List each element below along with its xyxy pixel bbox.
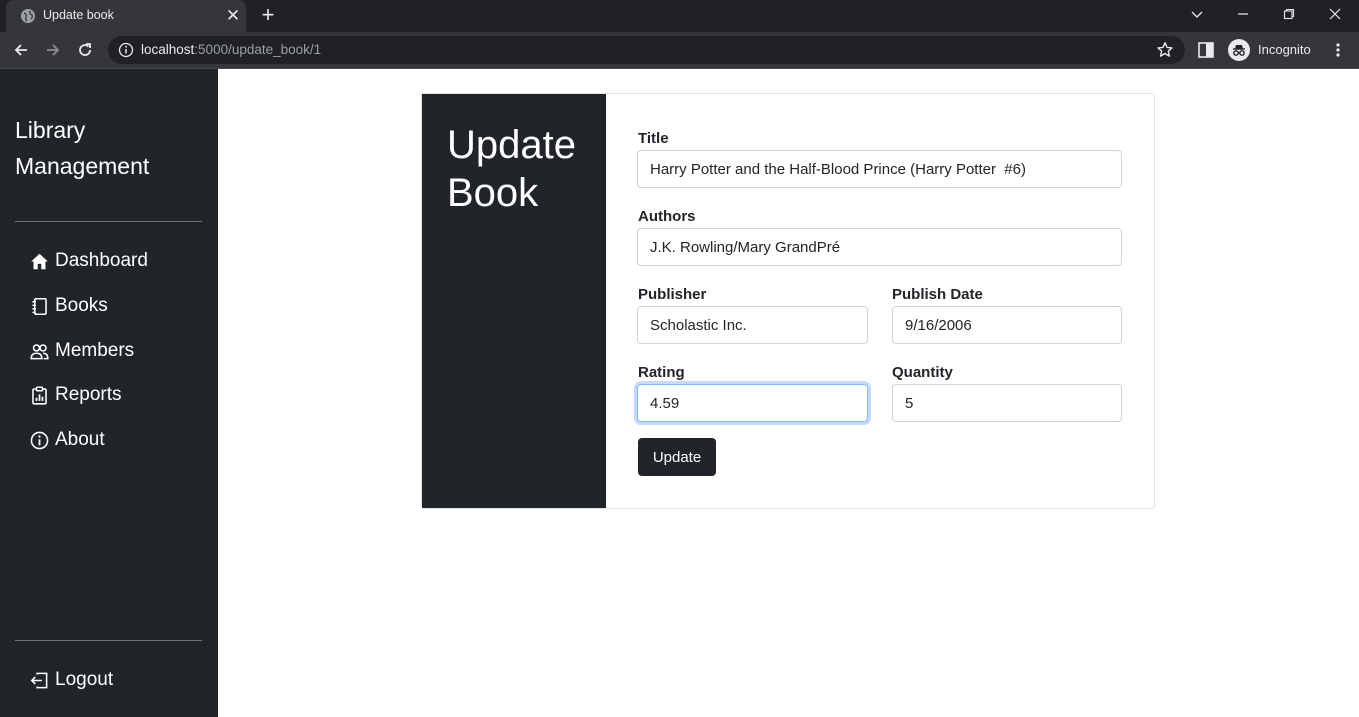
quantity-label: Quantity bbox=[892, 364, 953, 381]
incognito-icon[interactable] bbox=[1228, 39, 1250, 61]
brand-title: Library Management bbox=[15, 117, 150, 179]
sidebar-divider-bottom bbox=[15, 640, 202, 641]
star-icon[interactable] bbox=[1156, 41, 1174, 59]
sidebar-item-reports[interactable]: Reports bbox=[30, 380, 122, 410]
sidebar: Library Management Dashboard Books Membe… bbox=[0, 69, 218, 717]
sidebar-item-dashboard[interactable]: Dashboard bbox=[30, 246, 148, 276]
close-window-icon[interactable] bbox=[1312, 0, 1358, 28]
rating-field[interactable] bbox=[637, 384, 868, 422]
url-text: localhost:5000/update_book/1 bbox=[141, 42, 321, 57]
authors-label: Authors bbox=[638, 208, 696, 225]
url-host: localhost bbox=[141, 42, 195, 57]
browser-tab[interactable]: Update book ✕ bbox=[6, 0, 246, 32]
tab-search-icon[interactable] bbox=[1174, 0, 1220, 28]
info-circle-icon bbox=[30, 431, 49, 449]
reload-icon[interactable] bbox=[73, 38, 97, 62]
page: Library Management Dashboard Books Membe… bbox=[0, 69, 1359, 717]
sidebar-item-label: Books bbox=[55, 295, 108, 316]
publish-date-field[interactable] bbox=[892, 306, 1122, 344]
clipboard-data-icon bbox=[32, 385, 47, 405]
rating-label: Rating bbox=[638, 364, 685, 381]
sidebar-item-label: Members bbox=[55, 340, 135, 361]
globe-icon bbox=[21, 9, 35, 23]
side-panel-icon[interactable] bbox=[1197, 41, 1215, 59]
url-path: :5000/update_book/1 bbox=[194, 42, 322, 57]
minimize-icon[interactable] bbox=[1220, 0, 1266, 28]
logout-label: Logout bbox=[55, 669, 114, 690]
sidebar-divider-top bbox=[15, 221, 202, 222]
publisher-label: Publisher bbox=[638, 286, 707, 303]
back-arrow-icon[interactable] bbox=[9, 38, 33, 62]
title-field[interactable] bbox=[637, 150, 1122, 188]
sidebar-item-members[interactable]: Members bbox=[30, 336, 134, 366]
sidebar-item-label: Reports bbox=[55, 384, 122, 405]
restore-icon[interactable] bbox=[1266, 0, 1312, 28]
tab-title: Update book bbox=[43, 8, 114, 22]
publisher-field[interactable] bbox=[637, 306, 868, 344]
journals-icon bbox=[32, 297, 47, 315]
quantity-field[interactable] bbox=[892, 384, 1122, 422]
forward-arrow-icon[interactable] bbox=[41, 38, 65, 62]
new-tab-icon[interactable]: + bbox=[256, 4, 280, 28]
update-button[interactable]: Update bbox=[638, 438, 716, 476]
house-icon bbox=[31, 253, 48, 269]
publish-date-label: Publish Date bbox=[892, 286, 983, 303]
info-icon[interactable] bbox=[118, 42, 134, 58]
card-heading-panel: Update Book bbox=[422, 94, 606, 508]
sidebar-item-label: Dashboard bbox=[55, 250, 148, 271]
close-tab-icon[interactable]: ✕ bbox=[223, 6, 243, 26]
sidebar-item-about[interactable]: About bbox=[30, 425, 105, 455]
browser-toolbar: localhost:5000/update_book/1 Incognito bbox=[0, 32, 1359, 69]
logout-link[interactable]: Logout bbox=[30, 665, 113, 695]
sidebar-item-label: About bbox=[55, 429, 105, 450]
sidebar-item-books[interactable]: Books bbox=[30, 291, 108, 321]
page-title: Update Book bbox=[447, 123, 576, 215]
address-bar[interactable]: localhost:5000/update_book/1 bbox=[108, 36, 1185, 64]
kebab-menu-icon[interactable] bbox=[1328, 40, 1348, 60]
update-book-card: Update Book Title Authors Publisher Publ… bbox=[421, 93, 1155, 509]
title-label: Title bbox=[638, 130, 669, 147]
authors-field[interactable] bbox=[637, 228, 1122, 266]
incognito-label: Incognito bbox=[1258, 42, 1311, 57]
box-arrow-in-left-icon bbox=[30, 672, 48, 688]
people-icon bbox=[30, 343, 49, 359]
browser-tabstrip: Update book ✕ + bbox=[0, 0, 1359, 32]
